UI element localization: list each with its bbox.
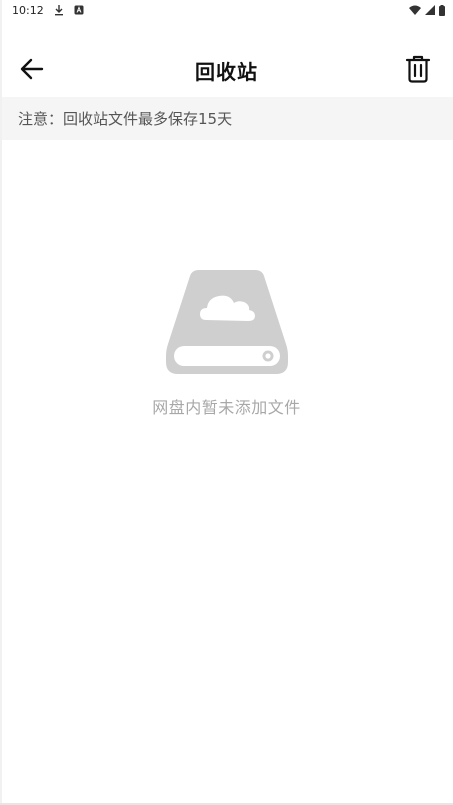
app-bar: 回收站 xyxy=(0,42,453,96)
download-icon xyxy=(54,4,64,16)
keyboard-a-icon xyxy=(74,5,84,15)
cloud-drive-icon xyxy=(165,270,288,374)
battery-icon xyxy=(439,4,445,16)
status-bar: 10:12 xyxy=(0,0,453,20)
status-time: 10:12 xyxy=(12,3,44,17)
status-left: 10:12 xyxy=(12,4,84,17)
notice-bar: 注意：回收站文件最多保存15天 xyxy=(2,97,453,140)
wifi-icon xyxy=(409,5,421,15)
page-title: 回收站 xyxy=(195,60,258,84)
empty-trash-button[interactable] xyxy=(403,54,433,84)
empty-state: 网盘内暂未添加文件 xyxy=(0,270,453,418)
notice-text: 注意：回收站文件最多保存15天 xyxy=(18,110,233,128)
status-right xyxy=(409,4,445,16)
cellular-signal-icon xyxy=(425,5,435,15)
empty-message: 网盘内暂未添加文件 xyxy=(152,398,301,417)
trash-icon xyxy=(405,55,431,83)
